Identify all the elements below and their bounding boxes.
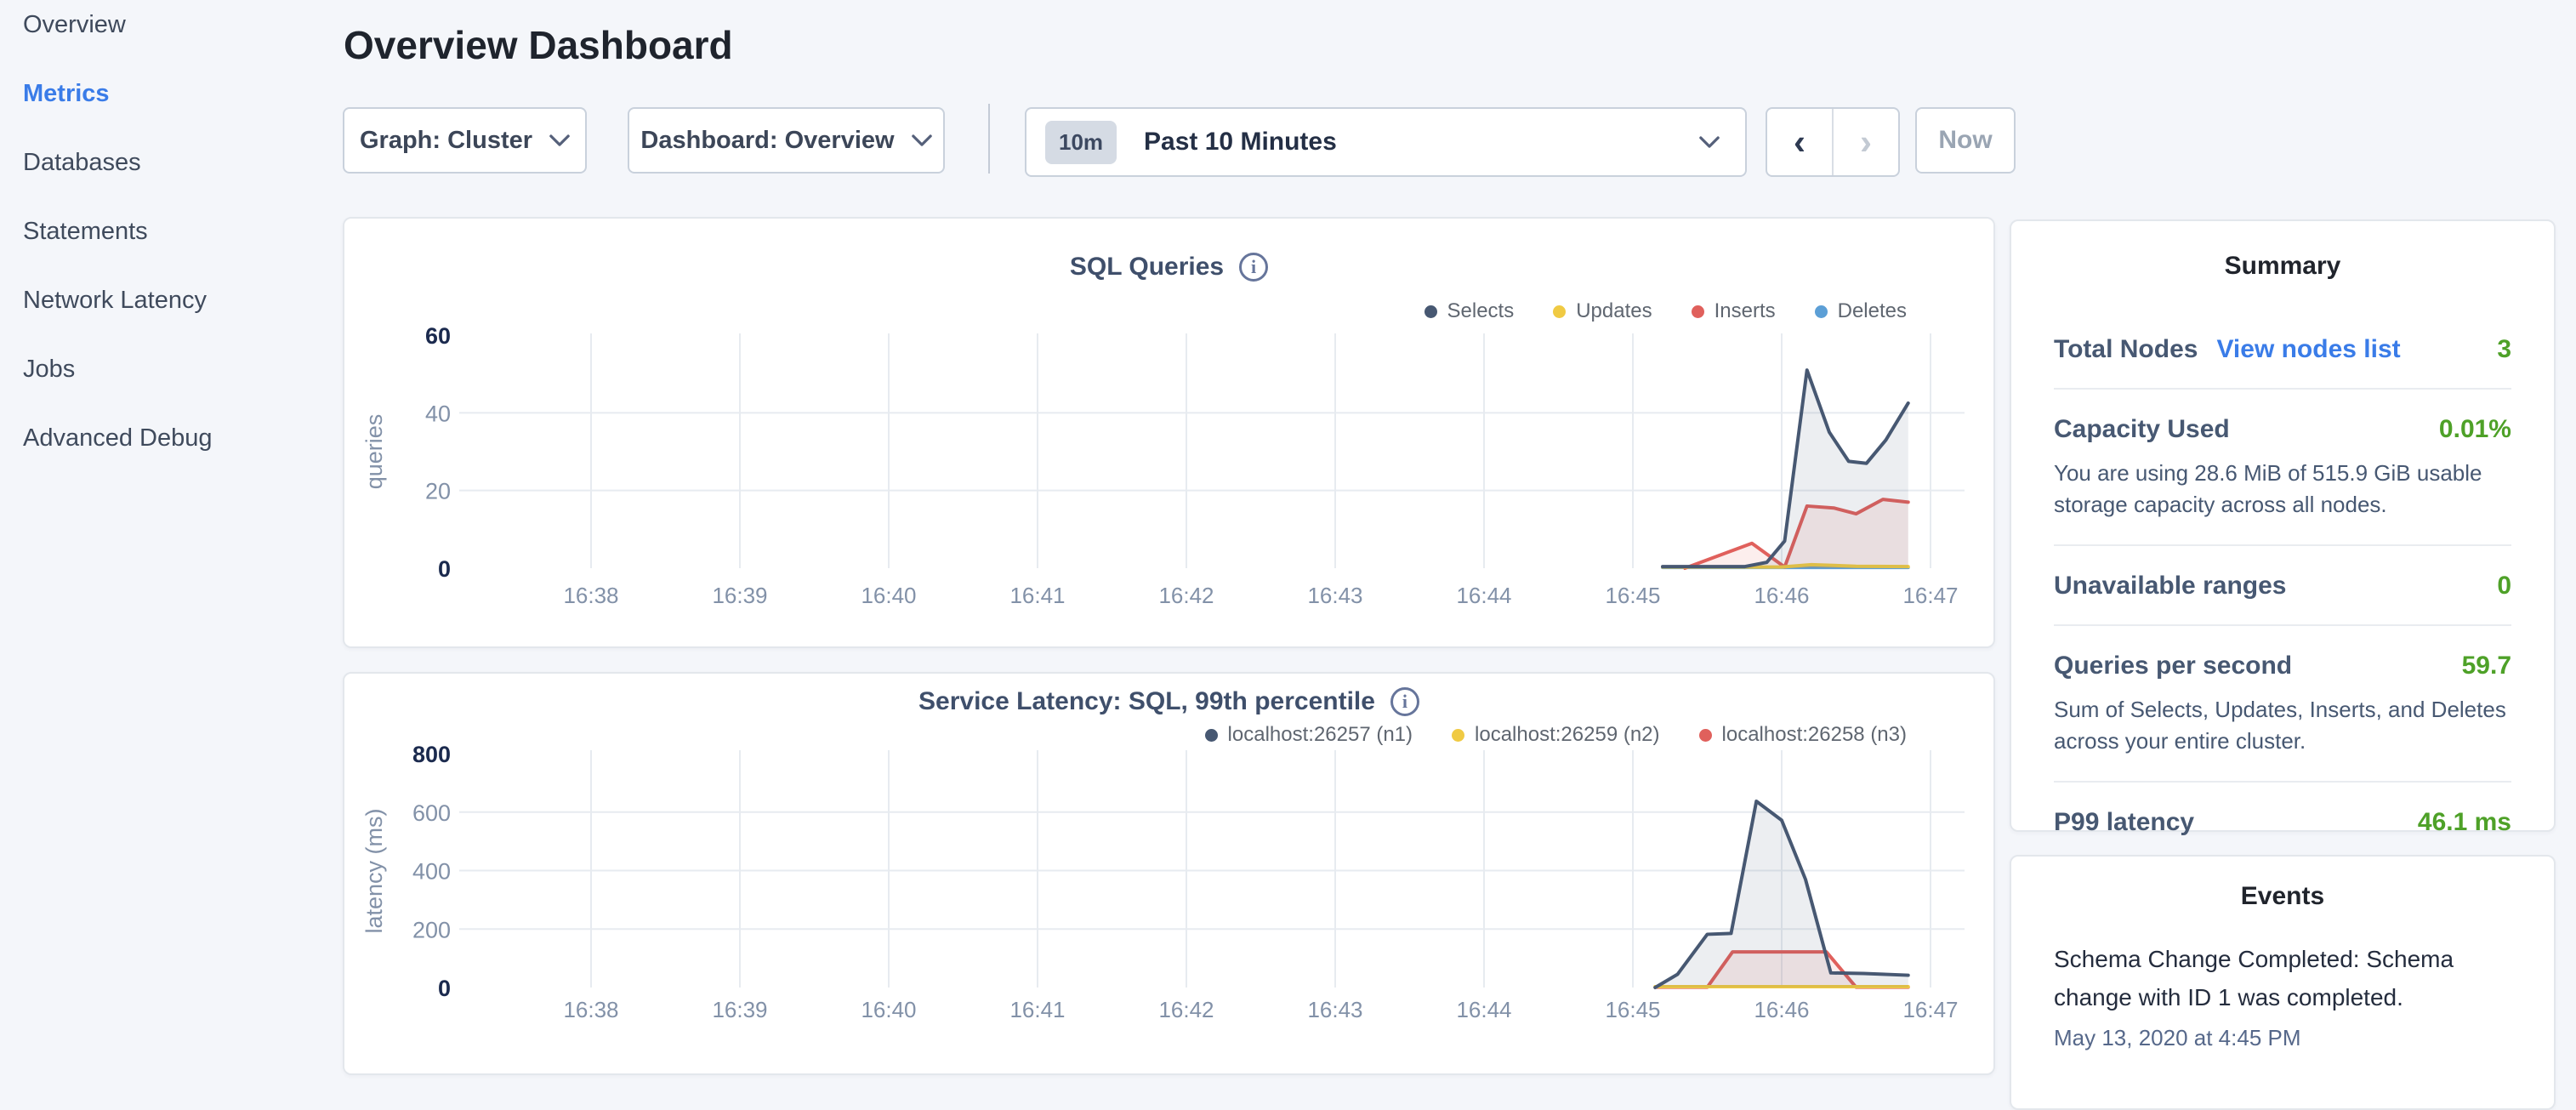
view-nodes-list-link[interactable]: View nodes list <box>2216 335 2400 364</box>
stat-capacity-used: Capacity Used 0.01% You are using 28.6 M… <box>2054 390 2511 546</box>
chevron-down-icon <box>1699 136 1720 149</box>
svg-text:16:43: 16:43 <box>1307 583 1362 608</box>
stat-value: 59.7 <box>2462 652 2511 680</box>
now-button[interactable]: Now <box>1915 107 2016 174</box>
stat-label: Total Nodes <box>2054 335 2198 364</box>
controls-divider <box>988 104 990 174</box>
stat-value: 0 <box>2497 572 2511 601</box>
svg-text:400: 400 <box>412 859 451 885</box>
svg-text:60: 60 <box>425 323 451 349</box>
svg-text:20: 20 <box>425 479 451 504</box>
svg-text:16:45: 16:45 <box>1605 583 1660 608</box>
svg-text:0: 0 <box>438 556 451 582</box>
stat-label: Unavailable ranges <box>2054 572 2286 601</box>
sidebar-item-metrics[interactable]: Metrics <box>23 81 213 106</box>
stat-label: Capacity Used <box>2054 415 2230 444</box>
sidebar-item-advanced-debug[interactable]: Advanced Debug <box>23 425 213 451</box>
svg-text:16:44: 16:44 <box>1456 997 1511 1022</box>
events-panel: Events Schema Change Completed: Schema c… <box>2010 855 2556 1110</box>
admin-ui-page: Overview Metrics Databases Statements Networ… <box>0 0 2576 1051</box>
stat-unavailable-ranges: Unavailable ranges 0 <box>2054 546 2511 626</box>
event-message: Schema Change Completed: Schema change w… <box>2054 940 2511 1016</box>
svg-text:16:41: 16:41 <box>1009 997 1065 1022</box>
svg-text:16:40: 16:40 <box>861 583 916 608</box>
stat-value: 0.01% <box>2439 415 2511 444</box>
svg-text:200: 200 <box>412 917 451 942</box>
event-list-item: Schema Change Completed: Schema change w… <box>2054 940 2511 1051</box>
chevron-down-icon <box>549 134 570 147</box>
summary-panel: Summary Total Nodes View nodes list 3 Ca… <box>2010 219 2556 832</box>
service-latency-card: Service Latency: SQL, 99th percentile i … <box>343 672 1995 1075</box>
graph-scope-dropdown[interactable]: Graph: Cluster <box>343 107 587 174</box>
page-title: Overview Dashboard <box>344 22 733 68</box>
svg-text:16:42: 16:42 <box>1158 583 1214 608</box>
sidebar-item-overview[interactable]: Overview <box>23 12 213 37</box>
svg-text:0: 0 <box>438 976 451 1001</box>
svg-text:16:43: 16:43 <box>1307 997 1362 1022</box>
dashboard-dropdown[interactable]: Dashboard: Overview <box>628 107 945 174</box>
service-latency-chart[interactable]: 16:38 16:39 16:40 16:41 16:42 16:43 16:44 16:45… <box>344 674 1993 1073</box>
summary-heading: Summary <box>2054 252 2511 281</box>
svg-text:16:39: 16:39 <box>712 997 767 1022</box>
svg-text:16:38: 16:38 <box>563 997 618 1022</box>
stat-label: P99 latency <box>2054 808 2194 837</box>
sidebar-item-jobs[interactable]: Jobs <box>23 356 213 382</box>
svg-text:16:47: 16:47 <box>1902 583 1958 608</box>
svg-text:16:46: 16:46 <box>1754 583 1809 608</box>
svg-text:16:44: 16:44 <box>1456 583 1511 608</box>
sql-queries-card: SQL Queries i SelectsUpdatesInsertsDelet… <box>343 217 1995 648</box>
svg-text:latency (ms): latency (ms) <box>361 808 387 933</box>
svg-text:16:45: 16:45 <box>1605 997 1660 1022</box>
stat-label: Queries per second <box>2054 652 2292 680</box>
sidebar-item-statements[interactable]: Statements <box>23 219 213 244</box>
time-range-label: Past 10 Minutes <box>1144 128 1337 157</box>
graph-scope-dropdown-label: Graph: Cluster <box>360 127 532 155</box>
svg-text:600: 600 <box>412 800 451 826</box>
stat-value: 46.1 ms <box>2418 808 2511 837</box>
sidebar-item-databases[interactable]: Databases <box>23 150 213 175</box>
stat-p99-latency: P99 latency 46.1 ms <box>2054 783 2511 861</box>
stat-value: 3 <box>2497 335 2511 364</box>
svg-text:16:42: 16:42 <box>1158 997 1214 1022</box>
svg-text:16:40: 16:40 <box>861 997 916 1022</box>
svg-text:queries: queries <box>361 414 387 490</box>
svg-text:40: 40 <box>425 401 451 426</box>
stat-description: You are using 28.6 MiB of 515.9 GiB usab… <box>2054 458 2511 521</box>
svg-text:16:39: 16:39 <box>712 583 767 608</box>
stat-description: Sum of Selects, Updates, Inserts, and De… <box>2054 694 2511 757</box>
dashboard-dropdown-label: Dashboard: Overview <box>640 127 894 155</box>
sidebar: Overview Metrics Databases Statements Networ… <box>23 12 213 451</box>
time-step-button-group: ‹ › <box>1766 107 1900 177</box>
svg-text:800: 800 <box>412 742 451 767</box>
svg-text:16:41: 16:41 <box>1009 583 1065 608</box>
svg-text:16:38: 16:38 <box>563 583 618 608</box>
time-prev-button[interactable]: ‹ <box>1767 109 1834 175</box>
svg-text:16:46: 16:46 <box>1754 997 1809 1022</box>
time-range-badge: 10m <box>1045 121 1117 164</box>
event-timestamp: May 13, 2020 at 4:45 PM <box>2054 1025 2511 1051</box>
sql-queries-chart[interactable]: 16:38 16:39 16:40 16:41 16:42 16:43 16:44 16:45… <box>344 219 1993 646</box>
time-next-button[interactable]: › <box>1834 109 1898 175</box>
stat-queries-per-second: Queries per second 59.7 Sum of Selects, … <box>2054 626 2511 783</box>
stat-total-nodes: Total Nodes View nodes list 3 <box>2054 310 2511 390</box>
events-heading: Events <box>2054 882 2511 911</box>
svg-text:16:47: 16:47 <box>1902 997 1958 1022</box>
sidebar-item-network-latency[interactable]: Network Latency <box>23 287 213 313</box>
chevron-down-icon <box>912 134 932 147</box>
time-range-picker[interactable]: 10m Past 10 Minutes <box>1025 107 1747 177</box>
